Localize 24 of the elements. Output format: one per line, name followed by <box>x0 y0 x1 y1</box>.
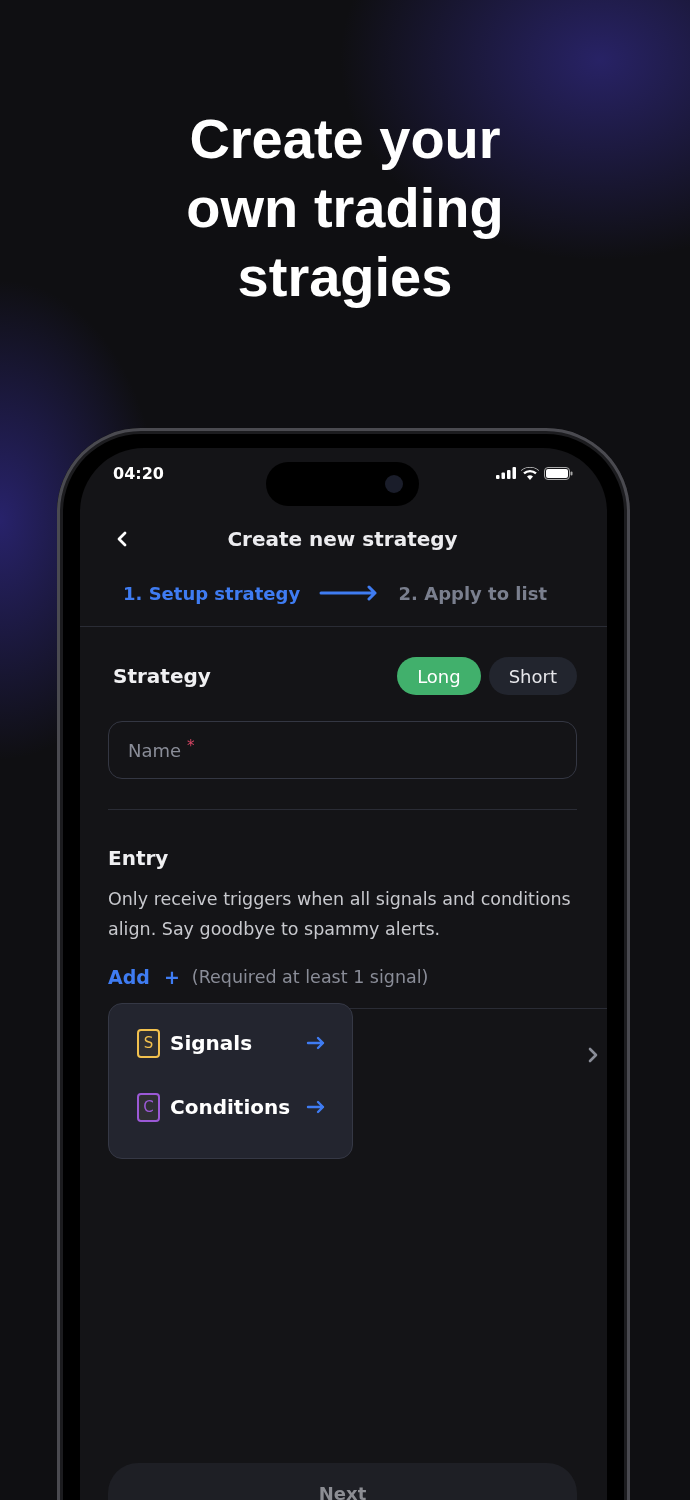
chevron-right-icon[interactable] <box>587 1046 599 1064</box>
step-tab[interactable]: 2. Apply to list <box>398 582 547 604</box>
description-text: Only receive triggers when all signals and conditions align. Say goodbye to spammy alerts. <box>108 888 572 941</box>
menu-item[interactable]: S Signals <box>137 1026 326 1060</box>
status-time: 04:20 <box>113 463 164 483</box>
arrow-right-icon <box>306 1100 326 1114</box>
arrow-right-icon <box>306 1036 326 1050</box>
step-tab[interactable]: 1. Setup strategy <box>123 582 301 604</box>
back-icon[interactable] <box>116 530 128 548</box>
headline: stragies <box>237 244 453 310</box>
menu-item[interactable]: C Conditions <box>137 1090 326 1124</box>
name-field[interactable]: Name * <box>108 721 577 779</box>
section-title: Entry <box>108 846 170 870</box>
wifi-icon <box>521 466 539 480</box>
screen-title: Create new strategy <box>226 527 459 551</box>
battery-icon <box>544 466 573 480</box>
headline: own trading <box>186 175 504 241</box>
section-title: Strategy <box>113 664 211 688</box>
hint-text: (Required at least 1 signal) <box>191 967 429 987</box>
direction-toggle[interactable]: Long <box>397 657 481 695</box>
direction-toggle[interactable]: Short <box>488 657 577 695</box>
headline: Create your <box>189 106 501 172</box>
signal-icon <box>496 467 516 479</box>
add-link[interactable]: Add + <box>108 966 180 988</box>
